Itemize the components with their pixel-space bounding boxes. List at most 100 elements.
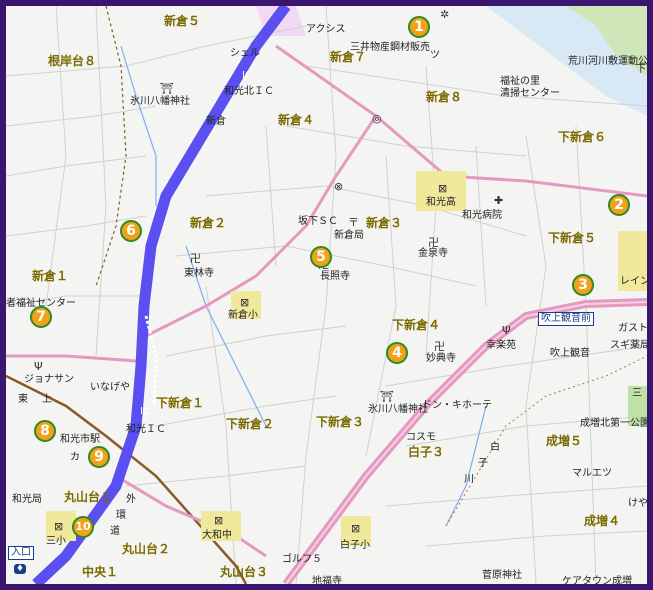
shrine-icon: ⛩ — [160, 82, 174, 95]
area-label: 丸山台２ — [122, 542, 171, 556]
river-label: 白 — [490, 442, 500, 453]
place-label: ツ — [430, 50, 440, 61]
marker-1[interactable]: 1 — [408, 16, 430, 38]
road-label: 環 — [116, 510, 126, 521]
area-label: 中央１ — [82, 565, 119, 579]
area-label: 白子３ — [408, 445, 445, 459]
place-label: レイン — [620, 276, 647, 287]
school-icon: ⊠ — [351, 522, 361, 535]
area-label: 新倉２ — [190, 216, 227, 230]
temple-icon: 卍 — [428, 236, 439, 249]
place-label: ゴルフ５ — [282, 554, 322, 565]
area-label: 下新倉６ — [558, 130, 607, 144]
marker-7[interactable]: 7 — [30, 306, 52, 328]
area-label: 新倉１ — [32, 269, 69, 283]
area-label: 丸山台３ — [220, 565, 269, 579]
place-label: 吹上観音 — [550, 348, 590, 359]
place-label: 大和中 — [202, 530, 232, 541]
place-label: マルエツ — [572, 468, 612, 479]
main-road — [6, 354, 137, 363]
route-shield-icon: ♦ — [14, 564, 27, 574]
place-label: 氷川八幡神社 — [368, 404, 428, 415]
school-icon: ⊠ — [240, 296, 250, 309]
road-label: 外 — [126, 494, 136, 505]
shop-icon: ⊗ — [334, 180, 344, 193]
place-label: 三小 — [46, 536, 66, 547]
marker-2[interactable]: 2 — [608, 194, 630, 216]
area-label: 成増４ — [584, 514, 621, 528]
gear-icon: ✲ — [440, 8, 450, 21]
place-label: アクシス — [306, 24, 346, 35]
place-label: 和光市駅 — [60, 434, 100, 445]
area-label: 根岸台８ — [48, 54, 97, 68]
place-label: 上 — [42, 394, 52, 405]
place-label: 坂下ＳＣ — [298, 216, 338, 227]
place-label: 和光ＩＣ — [126, 424, 166, 435]
shrine-icon: ⛩ — [380, 390, 394, 403]
restaurant-icon: Ψ — [34, 360, 43, 373]
place-label: 白子小 — [340, 540, 370, 551]
place-label: 和光北ＩＣ — [224, 86, 274, 97]
area-label: 下新倉４ — [392, 318, 441, 332]
area-label: 丸山台１ — [64, 490, 113, 504]
shop-icon: ◎ — [372, 112, 382, 125]
entrance-sign: 入口 — [8, 546, 34, 560]
bus-stop-sign: 吹上観音前 — [538, 312, 594, 326]
place-label: 三 — [632, 388, 642, 399]
river-line — [120, 45, 157, 206]
place-label: 三井物産鋼材販売 — [350, 42, 430, 53]
river-label: 子 — [478, 458, 488, 469]
marker-3[interactable]: 3 — [572, 274, 594, 296]
area-label: 下新倉１ — [156, 396, 205, 410]
marker-6[interactable]: 6 — [120, 220, 142, 242]
place-label: ジョナサン — [24, 374, 74, 385]
place-label: 東 — [18, 394, 28, 405]
school-icon: ⊠ — [214, 514, 224, 527]
area-label: 成増５ — [546, 434, 583, 448]
marker-8[interactable]: 8 — [34, 420, 56, 442]
marker-5[interactable]: 5 — [310, 246, 332, 268]
area-label: 新倉４ — [278, 113, 315, 127]
place-label: 地福寺 — [312, 576, 342, 584]
restaurant-icon: Ψ — [502, 324, 511, 337]
post-office-icon: 〒 — [348, 216, 359, 229]
river-label: 川 — [464, 474, 474, 485]
place-label: 和光高 — [426, 197, 456, 208]
place-label: コスモ — [406, 432, 436, 443]
place-label: いなげや — [90, 382, 130, 393]
ic-label: IC — [242, 70, 252, 81]
place-label: 成増北第一公園 — [580, 418, 647, 429]
area-label: 新倉５ — [164, 14, 201, 28]
place-label: ケアタウン成増 — [562, 576, 632, 584]
school-icon: ⊠ — [54, 520, 64, 533]
place-label: 菅原神社 — [482, 570, 522, 581]
area-label: 下新倉５ — [548, 231, 597, 245]
place-label: カ — [70, 452, 80, 463]
map-frame: 新倉５ 根岸台８ 新倉７ 新倉８ 新倉４ 下新倉６ 新倉２ 新倉３ 下新倉５ 新… — [0, 0, 653, 590]
marker-4[interactable]: 4 — [386, 342, 408, 364]
marker-10[interactable]: 10 — [72, 516, 94, 538]
place-label: スギ薬局 — [610, 340, 647, 351]
marker-9[interactable]: 9 — [88, 446, 110, 468]
place-label: シェル — [230, 48, 260, 59]
place-label: 和光病院 — [462, 210, 502, 221]
place-label: 東林寺 — [184, 268, 214, 279]
place-label: 下 — [636, 64, 646, 75]
area-label: 下新倉２ — [226, 417, 275, 431]
road-label: 道 — [110, 526, 120, 537]
temple-icon: 卍 — [434, 340, 445, 353]
hospital-icon: ✚ — [494, 194, 504, 207]
area-label: 新倉３ — [366, 216, 403, 230]
place-label: 和光局 — [12, 494, 42, 505]
place-label: 新倉 — [206, 116, 226, 127]
place-label: 清掃センター — [500, 88, 560, 99]
school-icon: ⊠ — [438, 182, 448, 195]
place-label: 幸楽苑 — [486, 340, 516, 351]
area-label: 新倉８ — [426, 90, 463, 104]
place-label: ドン・キホーテ — [422, 400, 492, 411]
area-label: 下新倉３ — [316, 415, 365, 429]
place-label: ガスト — [618, 323, 647, 334]
temple-icon: 卍 — [190, 252, 201, 265]
map-view[interactable]: 新倉５ 根岸台８ 新倉７ 新倉８ 新倉４ 下新倉６ 新倉２ 新倉３ 下新倉５ 新… — [6, 6, 647, 584]
ic-label: IC — [140, 406, 150, 417]
